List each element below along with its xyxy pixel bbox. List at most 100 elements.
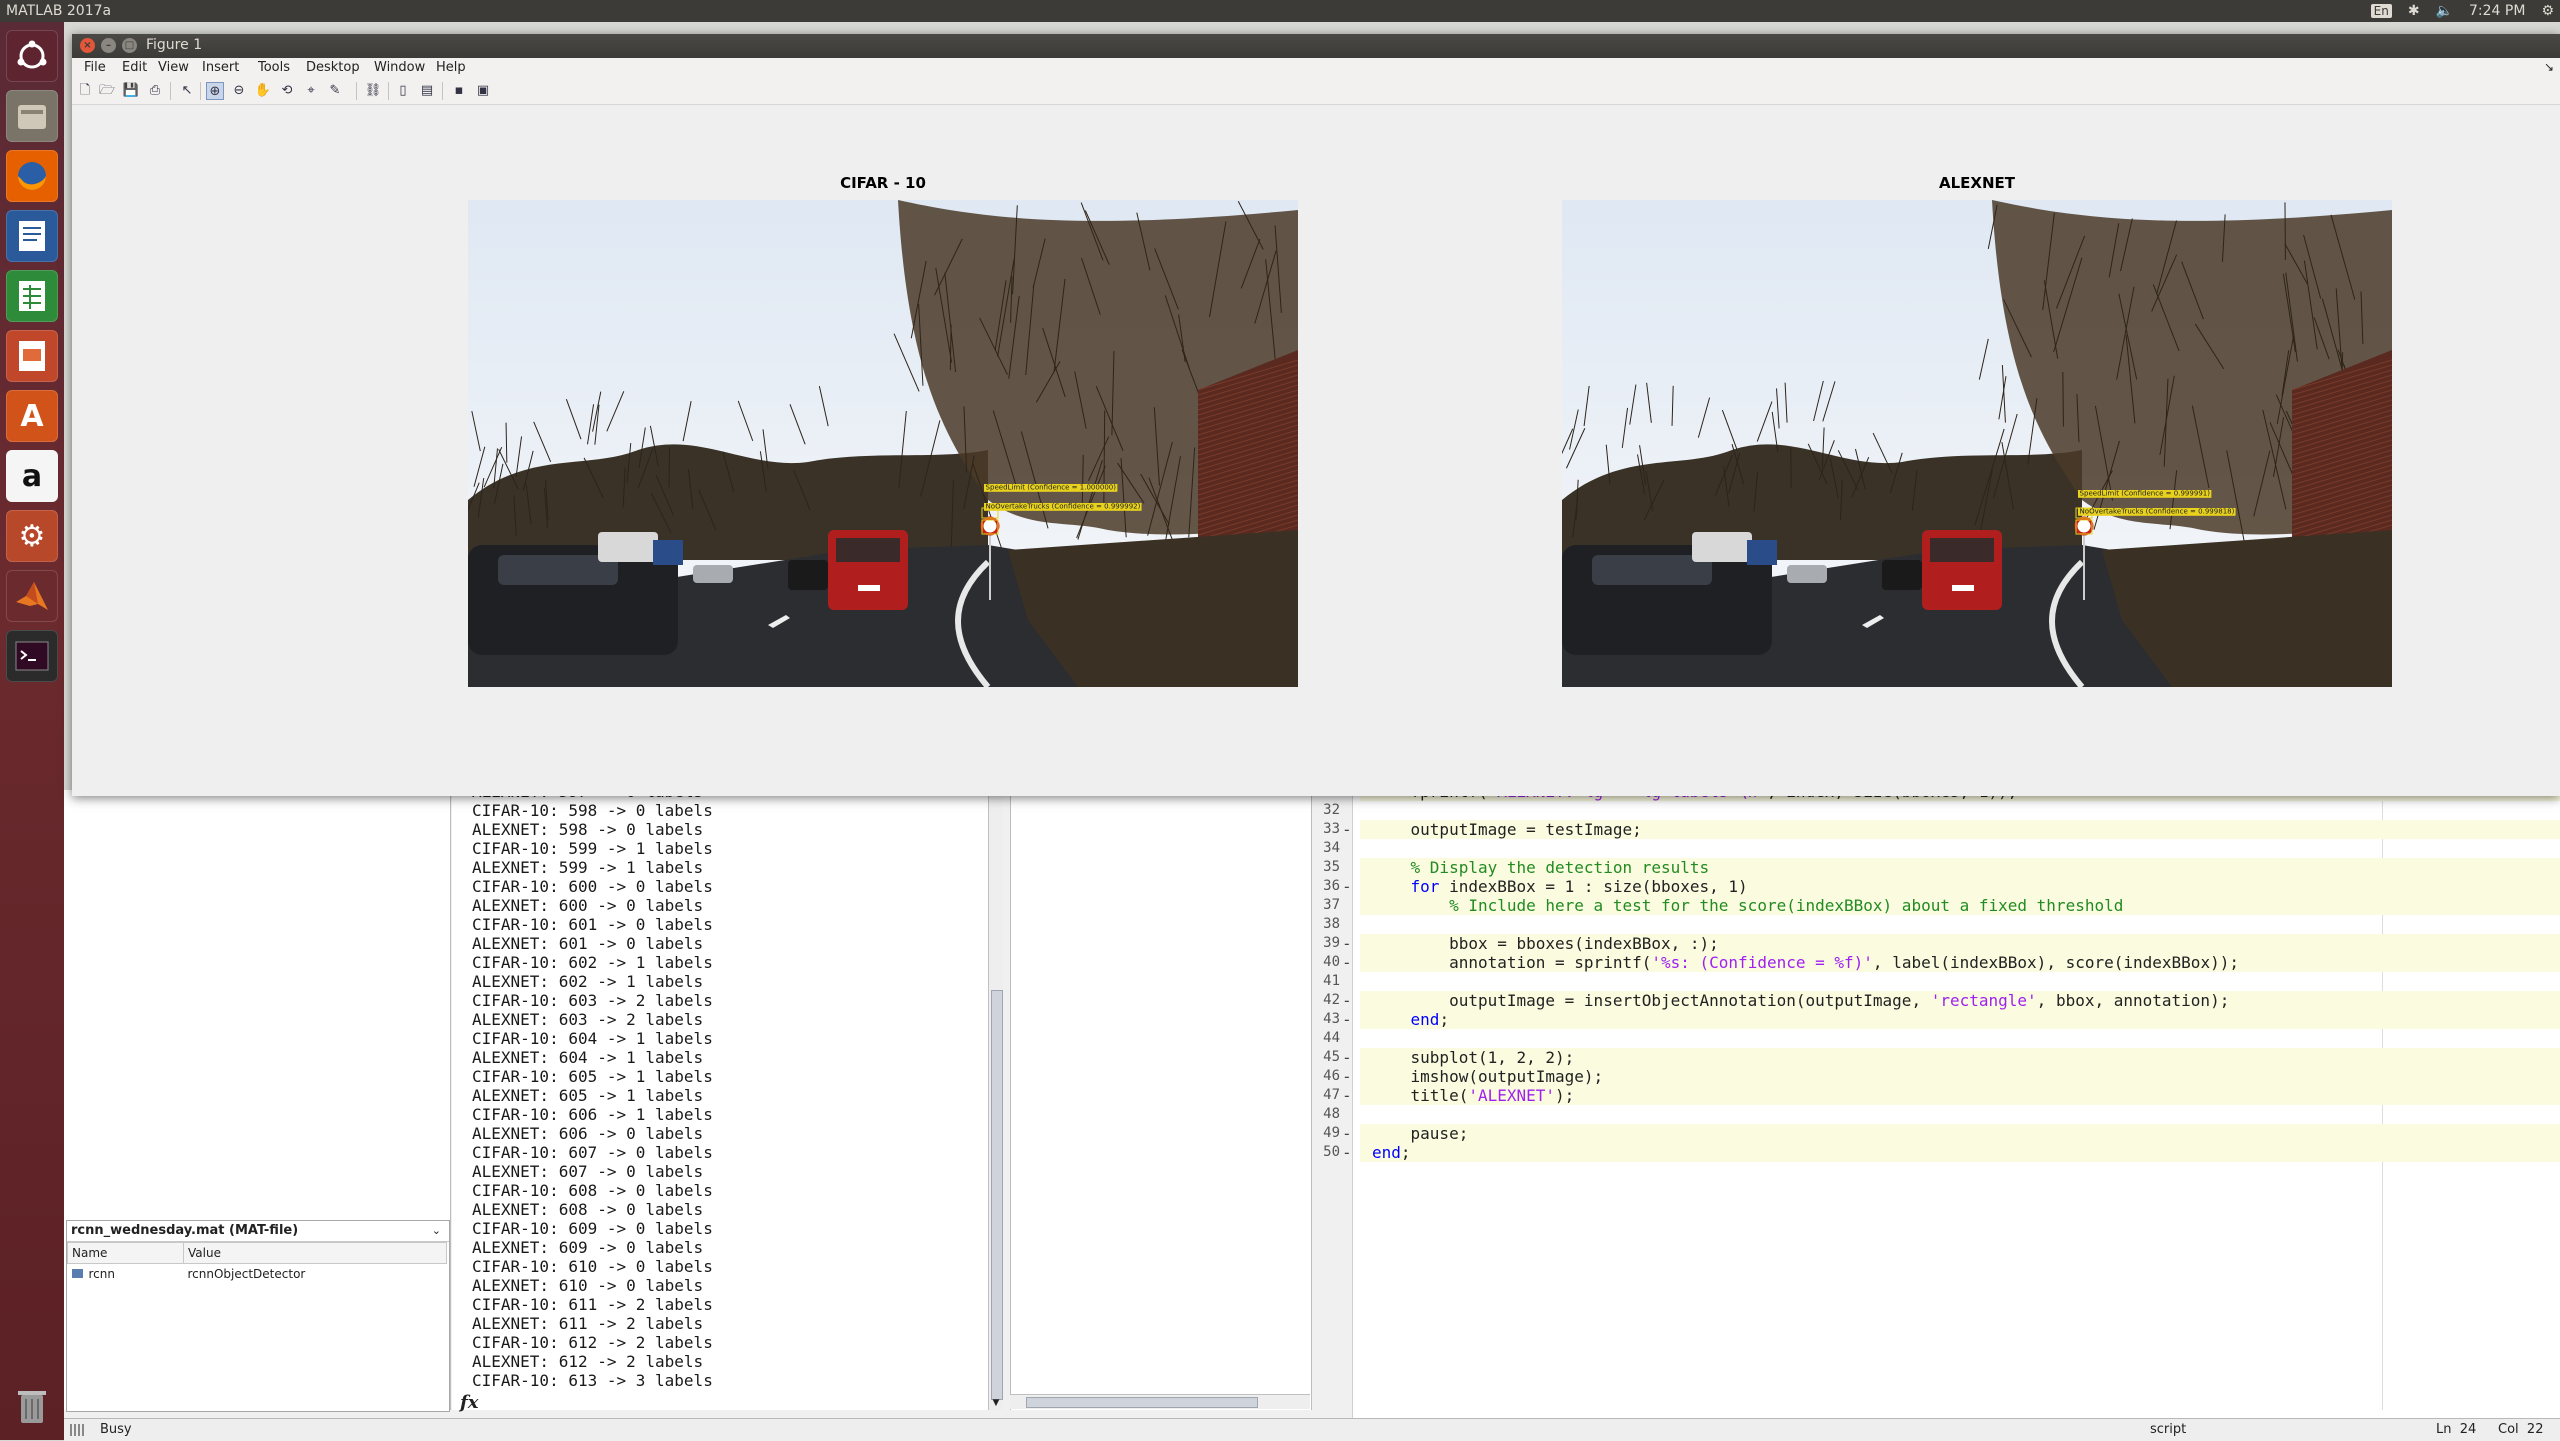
resize-grip-icon[interactable] [70, 1424, 84, 1436]
code-line[interactable]: 44 [1312, 1029, 2560, 1048]
breakpoint-marker[interactable]: - [1342, 1124, 1352, 1143]
menu-help[interactable]: Help [436, 60, 466, 75]
insert-legend-icon[interactable]: ▤ [418, 82, 436, 100]
maximize-icon[interactable]: □ [122, 38, 137, 53]
menu-window[interactable]: Window [374, 60, 425, 75]
code-line[interactable]: 49- pause; [1312, 1124, 2560, 1143]
matlab-icon[interactable] [6, 570, 58, 622]
menu-insert[interactable]: Insert [202, 60, 239, 75]
amazon-icon[interactable]: a [6, 450, 58, 502]
command-window[interactable]: ALEXNET: 597 -> 0 labelsCIFAR-10: 598 ->… [452, 790, 992, 1410]
settings-gear-icon[interactable]: ⚙ [2541, 3, 2554, 19]
calc-icon[interactable] [6, 270, 58, 322]
close-icon[interactable]: × [80, 38, 95, 53]
rotate-3d-icon[interactable]: ⟲ [278, 82, 296, 100]
breakpoint-marker[interactable]: - [1342, 820, 1352, 839]
code-line[interactable]: 34 [1312, 839, 2560, 858]
code-line[interactable]: 36- for indexBBox = 1 : size(bboxes, 1) [1312, 877, 2560, 896]
impress-icon[interactable] [6, 330, 58, 382]
right-axes-image[interactable]: SpeedLimit (Confidence = 0.999991) NoOve… [1562, 200, 2392, 687]
details-header[interactable]: rcnn_wednesday.mat (MAT-file) ⌄ [67, 1221, 449, 1242]
code-line[interactable]: 37 % Include here a test for the score(i… [1312, 896, 2560, 915]
code-line[interactable]: 42- outputImage = insertObjectAnnotation… [1312, 991, 2560, 1010]
code-line[interactable]: 40- annotation = sprintf('%s: (Confidenc… [1312, 953, 2560, 972]
code-line[interactable]: 50-end; [1312, 1143, 2560, 1162]
command-output-line: ALEXNET: 604 -> 1 labels [472, 1048, 713, 1067]
writer-icon[interactable] [6, 210, 58, 262]
variable-value: rcnnObjectDetector [184, 1264, 447, 1285]
breakpoint-marker[interactable]: - [1342, 1086, 1352, 1105]
terminal-icon[interactable] [6, 630, 58, 682]
menu-file[interactable]: File [84, 60, 106, 75]
details-column-value[interactable]: Value [184, 1243, 447, 1264]
code-line[interactable]: 45- subplot(1, 2, 2); [1312, 1048, 2560, 1067]
breakpoint-marker[interactable]: - [1342, 991, 1352, 1010]
breakpoint-marker[interactable]: - [1342, 1048, 1352, 1067]
save-icon[interactable]: 💾 [122, 82, 140, 100]
editor-code-area[interactable]: 31- fprintf('ALEXNET: %g -> %g labels \n… [1312, 782, 2560, 1162]
edit-plot-icon[interactable]: ↖ [178, 82, 196, 100]
figure-titlebar[interactable]: × – □ Figure 1 [72, 34, 2560, 58]
menu-desktop[interactable]: Desktop [306, 60, 360, 75]
keyboard-layout-indicator[interactable]: En [2371, 4, 2392, 18]
code-line[interactable]: 38 [1312, 915, 2560, 934]
data-cursor-icon[interactable]: ⌖ [302, 82, 320, 100]
code-line[interactable]: 39- bbox = bboxes(indexBBox, :); [1312, 934, 2560, 953]
menu-tools[interactable]: Tools [258, 60, 290, 75]
open-file-icon[interactable]: 🗁 [98, 82, 116, 100]
software-center-icon[interactable]: A [6, 390, 58, 442]
left-axes-image[interactable]: SpeedLimit (Confidence = 1.000000) NoOve… [468, 200, 1298, 687]
command-output-line: CIFAR-10: 613 -> 3 labels [472, 1371, 713, 1390]
print-icon[interactable]: ⎙ [146, 82, 164, 100]
trash-icon[interactable] [6, 1380, 58, 1432]
menu-view[interactable]: View [158, 60, 189, 75]
figure-window[interactable]: × – □ Figure 1 File Edit View Insert Too… [72, 34, 2560, 796]
code-line[interactable]: 35 % Display the detection results [1312, 858, 2560, 877]
workspace-horizontal-scrollbar[interactable] [1010, 1394, 1310, 1409]
new-figure-icon[interactable]: 🗋 [76, 82, 94, 100]
code-line[interactable]: 32 [1312, 801, 2560, 820]
breakpoint-marker[interactable]: - [1342, 934, 1352, 953]
code-line[interactable]: 43- end; [1312, 1010, 2560, 1029]
breakpoint-marker[interactable]: - [1342, 1010, 1352, 1029]
command-window-scrollbar[interactable]: ▼ [988, 790, 1003, 1410]
zoom-out-icon[interactable]: ⊖ [230, 82, 248, 100]
details-column-name[interactable]: Name [68, 1243, 184, 1264]
code-editor[interactable]: 31- fprintf('ALEXNET: %g -> %g labels \n… [1312, 790, 2560, 1440]
clock[interactable]: 7:24 PM [2469, 3, 2525, 19]
ubuntu-dash-icon[interactable] [6, 30, 58, 82]
volume-icon[interactable]: 🔈 [2436, 3, 2453, 19]
workspace-panel[interactable] [1010, 790, 1312, 1410]
insert-colorbar-icon[interactable]: ▯ [394, 82, 412, 100]
fx-prompt-icon[interactable]: fx [460, 1392, 478, 1413]
code-line[interactable]: 47- title('ALEXNET'); [1312, 1086, 2560, 1105]
brush-icon[interactable]: ✎ [326, 82, 344, 100]
table-row[interactable]: rcnn rcnnObjectDetector [68, 1264, 447, 1285]
minimize-icon[interactable]: – [101, 38, 116, 53]
hide-plot-tools-icon[interactable]: ▪ [450, 82, 468, 100]
struct-icon [72, 1269, 83, 1278]
link-plot-icon[interactable]: ⛓ [364, 82, 382, 100]
code-line[interactable]: 33- outputImage = testImage; [1312, 820, 2560, 839]
undock-icon[interactable]: ↘ [2544, 60, 2554, 74]
command-output-line: CIFAR-10: 598 -> 0 labels [472, 801, 713, 820]
files-icon[interactable] [6, 90, 58, 142]
code-line[interactable]: 41 [1312, 972, 2560, 991]
zoom-in-icon[interactable]: ⊕ [206, 82, 224, 100]
breakpoint-marker[interactable]: - [1342, 877, 1352, 896]
bluetooth-icon[interactable]: ✱ [2408, 3, 2420, 19]
show-plot-tools-icon[interactable]: ▣ [474, 82, 492, 100]
code-line[interactable]: 46- imshow(outputImage); [1312, 1067, 2560, 1086]
chevron-down-icon[interactable]: ⌄ [432, 1221, 441, 1241]
menu-edit[interactable]: Edit [122, 60, 147, 75]
breakpoint-marker[interactable]: - [1342, 1067, 1352, 1086]
breakpoint-marker[interactable]: - [1342, 1143, 1352, 1162]
code-line[interactable]: 48 [1312, 1105, 2560, 1124]
pan-icon[interactable]: ✋ [254, 82, 272, 100]
scrollbar-thumb[interactable] [1026, 1397, 1258, 1408]
scroll-down-icon[interactable]: ▼ [989, 1396, 1003, 1410]
breakpoint-marker[interactable]: - [1342, 953, 1352, 972]
system-settings-icon[interactable]: ⚙ [6, 510, 58, 562]
scrollbar-thumb[interactable] [991, 990, 1003, 1400]
firefox-icon[interactable] [6, 150, 58, 202]
